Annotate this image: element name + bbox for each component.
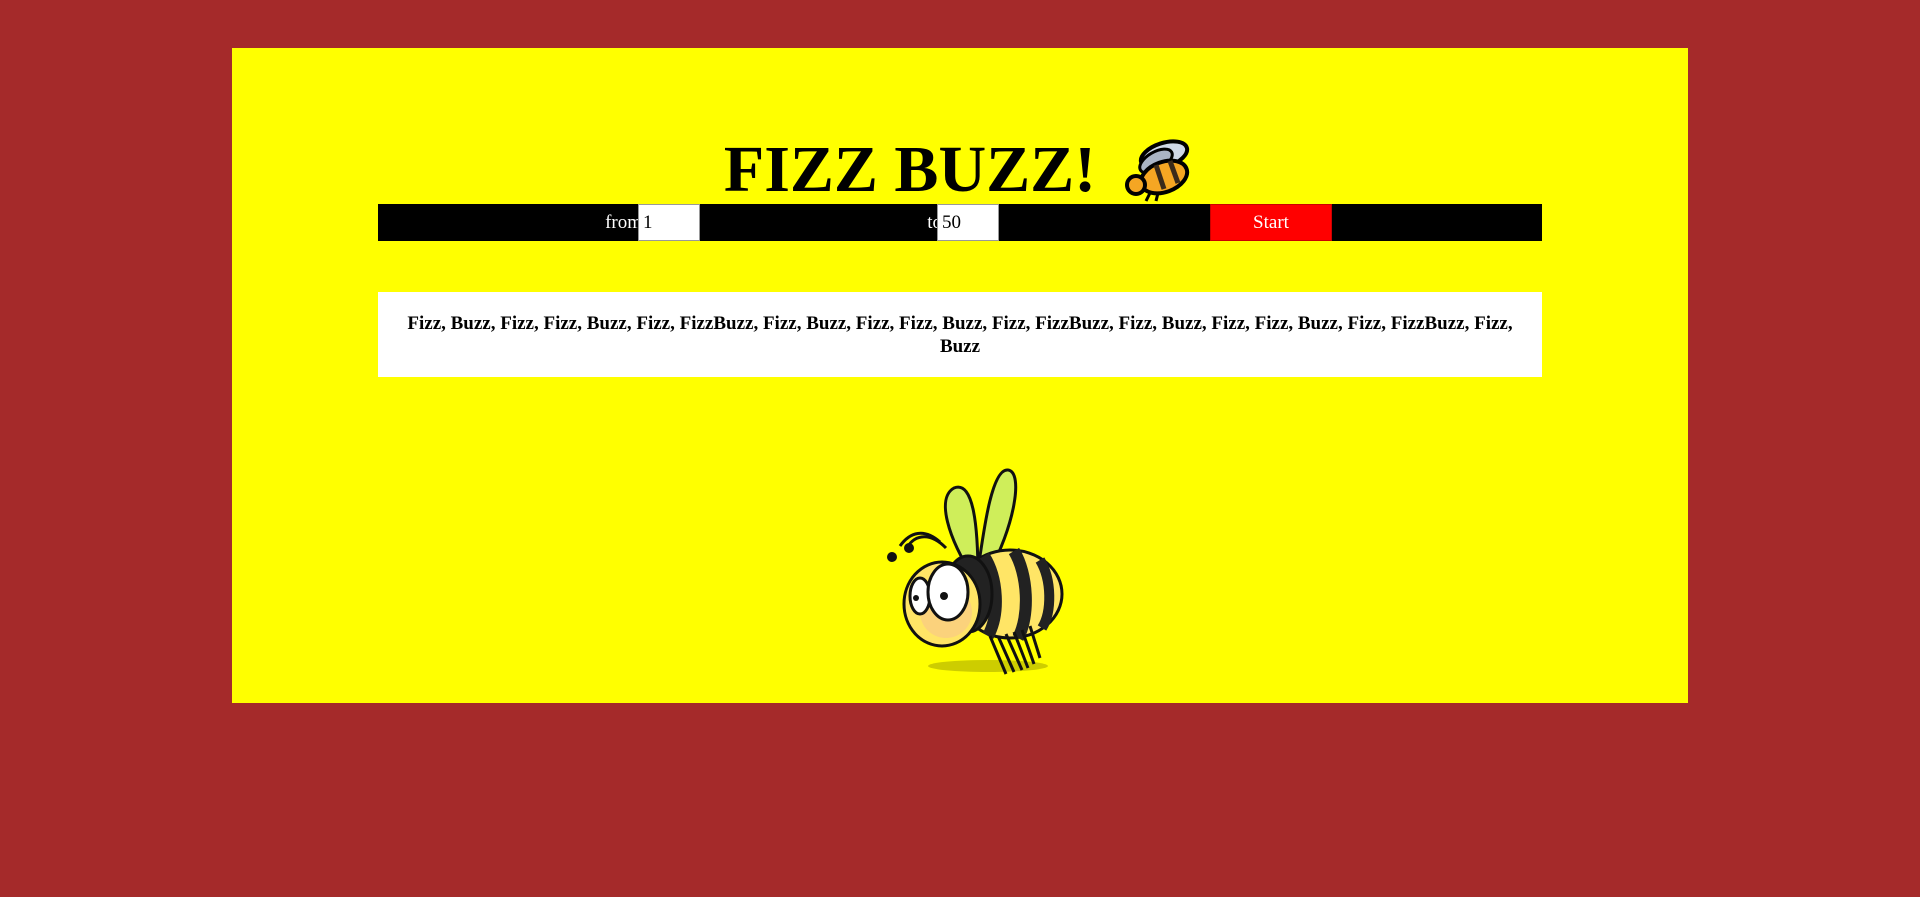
to-input[interactable] [937,204,999,241]
page-title: FIZZ BUZZ! [723,133,1097,206]
result-output: Fizz, Buzz, Fizz, Fizz, Buzz, Fizz, Fizz… [378,292,1542,377]
bee-illustration-icon [887,468,1064,675]
bee-emoji-icon [1125,139,1190,202]
start-button[interactable]: Start [1210,204,1332,241]
header: FIZZ BUZZ! [232,130,1688,210]
main-panel: FIZZ BUZZ! from to Start Fizz, Buzz, Fiz… [232,48,1688,703]
range-controls: from to Start [378,204,1542,241]
to-label: to [927,212,942,233]
from-input[interactable] [638,204,700,241]
from-label: from [605,212,642,233]
